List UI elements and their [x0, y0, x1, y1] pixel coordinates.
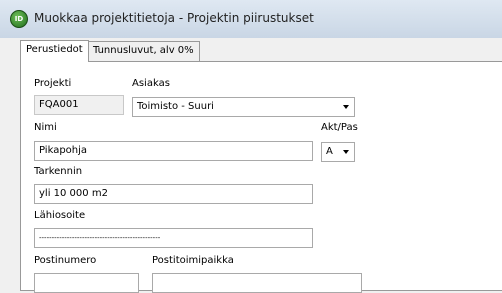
postinumero-input[interactable]	[34, 273, 139, 293]
postitoimipaikka-input[interactable]	[152, 273, 362, 293]
nimi-input[interactable]: Pikapohja	[34, 141, 313, 161]
tab-tunnusluvut[interactable]: Tunnusluvut, alv 0%	[87, 41, 200, 61]
window-title: Muokkaa projektitietoja - Projektin piir…	[34, 11, 314, 25]
lahiosoite-input[interactable]: ----------------------------------------…	[34, 228, 313, 248]
aktpas-dropdown[interactable]: A	[321, 142, 355, 162]
chevron-down-icon	[343, 105, 349, 109]
postitoimipaikka-label: Postitoimipaikka	[152, 255, 234, 266]
nimi-label: Nimi	[34, 122, 57, 133]
tarkennin-label: Tarkennin	[34, 166, 83, 177]
chevron-down-icon	[343, 150, 349, 154]
lahiosoite-label: Lähiosoite	[34, 210, 86, 221]
aktpas-value: A	[326, 146, 333, 157]
tab-perustiedot[interactable]: Perustiedot	[20, 40, 89, 62]
projekti-label: Projekti	[34, 78, 72, 89]
asiakas-label: Asiakas	[132, 78, 170, 89]
postinumero-label: Postinumero	[34, 255, 97, 266]
window-titlebar: ID Muokkaa projektitietoja - Projektin p…	[0, 0, 502, 38]
projekti-field: FQA001	[34, 95, 124, 115]
app-logo-icon: ID	[10, 10, 28, 28]
asiakas-value: Toimisto - Suuri	[137, 101, 214, 112]
tarkennin-input[interactable]: yli 10 000 m2	[34, 184, 313, 204]
tab-panel: Projekti FQA001 Asiakas Toimisto - Suuri…	[20, 61, 502, 293]
asiakas-dropdown[interactable]: Toimisto - Suuri	[132, 97, 355, 117]
aktpas-label: Akt/Pas	[321, 122, 358, 133]
